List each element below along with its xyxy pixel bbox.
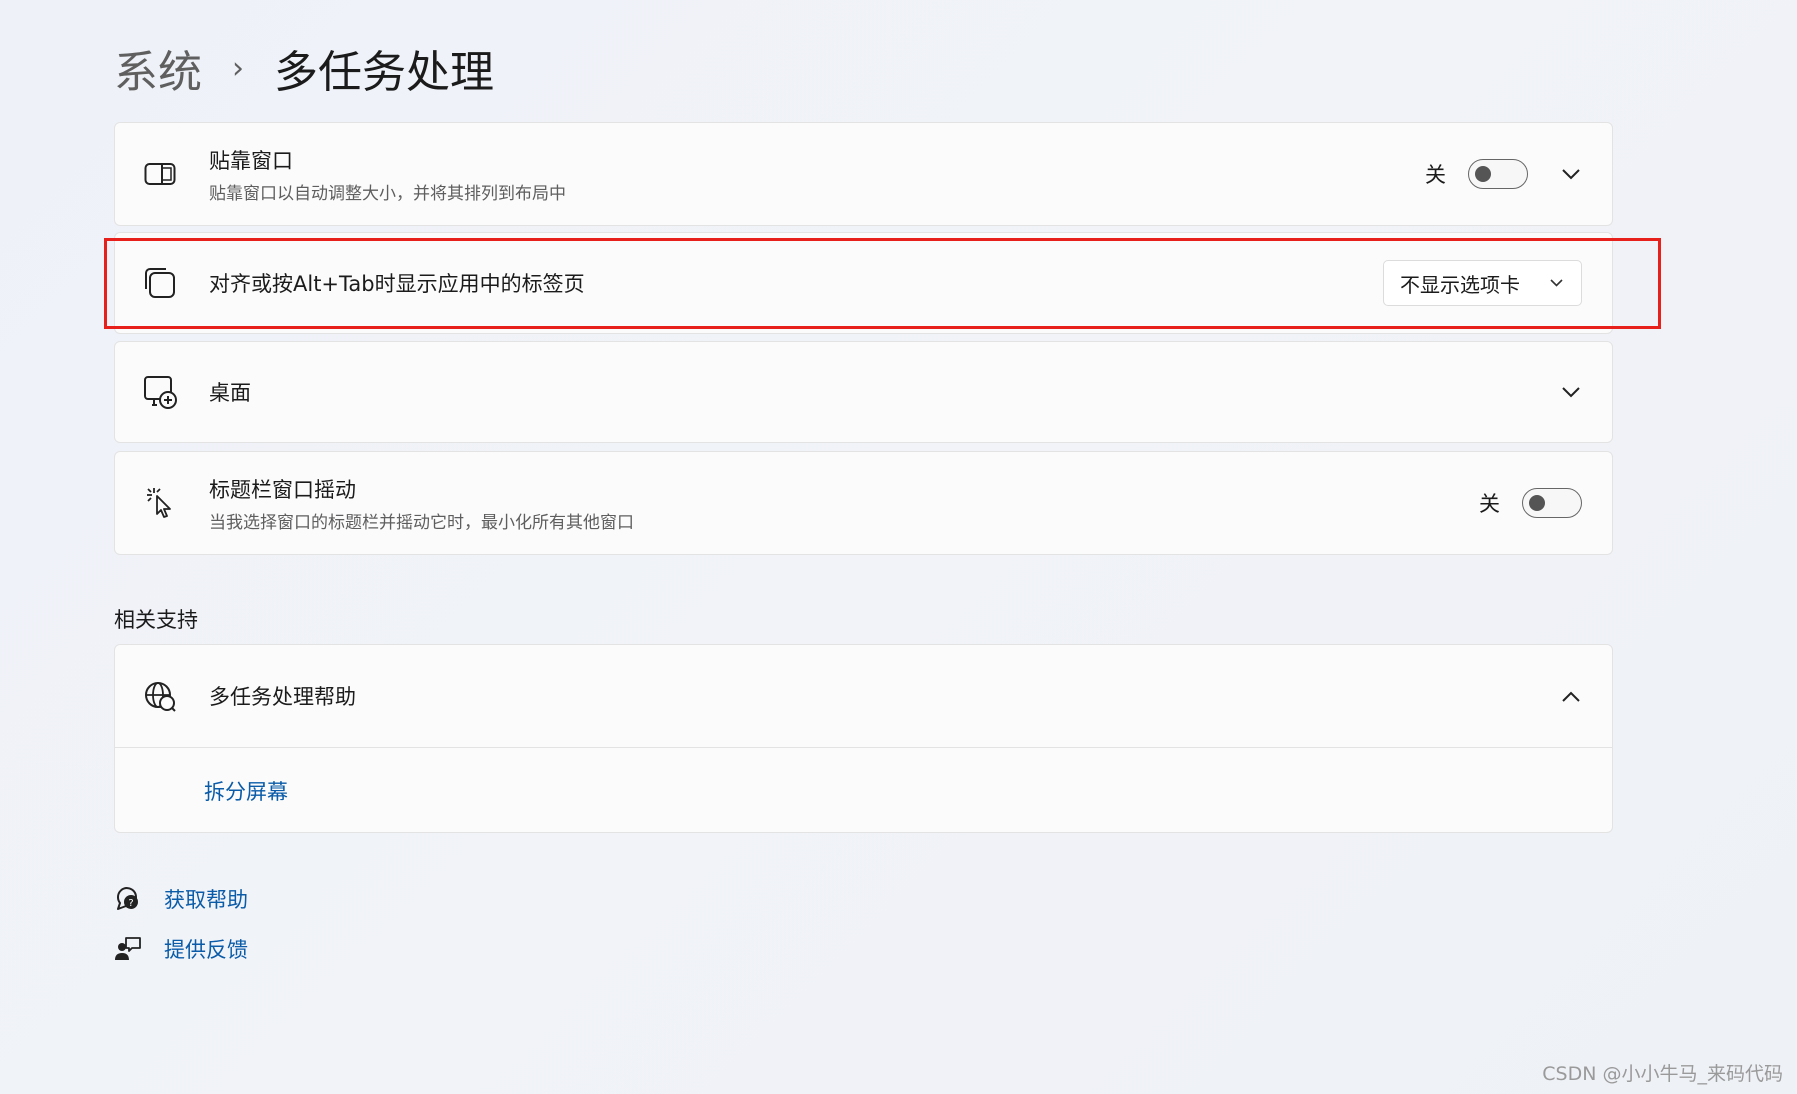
shake-subtitle: 当我选择窗口的标题栏并摇动它时，最小化所有其他窗口 [209, 512, 634, 533]
shake-toggle-label: 关 [1479, 492, 1500, 516]
svg-text:?: ? [128, 898, 133, 909]
split-screen-link[interactable]: 拆分屏幕 [115, 748, 1612, 834]
desktops-title: 桌面 [209, 381, 251, 405]
get-help-label: 获取帮助 [164, 888, 248, 912]
feedback-label: 提供反馈 [164, 938, 248, 962]
multitasking-help-title: 多任务处理帮助 [209, 685, 356, 709]
multitasking-help-card: 多任务处理帮助 拆分屏幕 [114, 644, 1613, 833]
shake-toggle[interactable] [1522, 488, 1582, 518]
multitasking-help-header[interactable]: 多任务处理帮助 [115, 645, 1612, 748]
title-bar-shake-card[interactable]: 标题栏窗口摇动 当我选择窗口的标题栏并摇动它时，最小化所有其他窗口 关 [114, 451, 1613, 555]
feedback-icon [115, 937, 141, 960]
page-title: 多任务处理 [274, 47, 494, 98]
related-support-heading: 相关支持 [114, 608, 198, 632]
breadcrumb-parent[interactable]: 系统 [114, 36, 202, 100]
snap-windows-title: 贴靠窗口 [209, 148, 293, 173]
breadcrumb-separator: › [232, 50, 244, 86]
shake-cursor-icon [143, 486, 177, 520]
snap-toggle[interactable] [1468, 159, 1528, 189]
settings-page: 系统 › 多任务处理 贴靠窗口 贴靠窗口以自动调整大小，并将其排列到布局中 关 [0, 0, 1797, 1094]
shake-title: 标题栏窗口摇动 [209, 477, 356, 502]
add-desktop-icon [143, 375, 177, 409]
highlight-box [104, 238, 1661, 329]
chevron-up-icon[interactable] [1560, 685, 1582, 707]
snap-windows-card[interactable]: 贴靠窗口 贴靠窗口以自动调整大小，并将其排列到布局中 关 [114, 122, 1613, 226]
snap-window-icon [143, 157, 177, 191]
chevron-down-icon[interactable] [1560, 381, 1582, 403]
get-help-link[interactable]: ? 获取帮助 [114, 884, 248, 914]
breadcrumb: 系统 › 多任务处理 [114, 38, 494, 98]
snap-toggle-label: 关 [1425, 163, 1446, 187]
watermark: CSDN @小小牛马_来码代码 [1542, 1063, 1783, 1085]
chevron-down-icon[interactable] [1560, 163, 1582, 185]
desktops-card[interactable]: 桌面 [114, 341, 1613, 443]
help-chat-icon: ? [117, 887, 138, 910]
feedback-link[interactable]: 提供反馈 [114, 934, 248, 964]
globe-help-icon [143, 679, 177, 713]
snap-windows-subtitle: 贴靠窗口以自动调整大小，并将其排列到布局中 [209, 183, 566, 204]
